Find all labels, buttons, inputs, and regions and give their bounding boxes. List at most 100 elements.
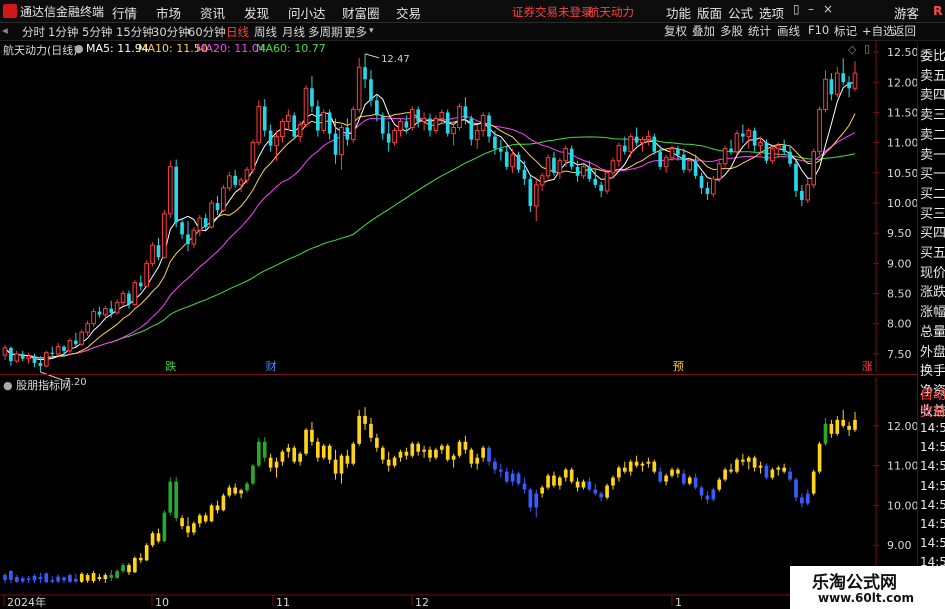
indicator-body bbox=[628, 461, 633, 472]
indicator-body bbox=[782, 467, 786, 472]
indicator-body bbox=[292, 447, 297, 462]
indicator-body bbox=[540, 487, 544, 494]
candle-body bbox=[451, 127, 456, 135]
y-tick-label: 10.00 bbox=[887, 197, 919, 210]
x-tick-label: 1 bbox=[675, 596, 682, 609]
candle-body bbox=[103, 308, 108, 316]
high-marker-line bbox=[364, 53, 380, 59]
candle-body bbox=[363, 67, 367, 80]
indicator-body bbox=[676, 469, 680, 474]
candle-body bbox=[705, 187, 710, 194]
indicator-body bbox=[150, 533, 155, 546]
x-tick-label: 11 bbox=[276, 596, 290, 609]
indicator-body bbox=[823, 423, 828, 444]
indicator-body bbox=[109, 575, 114, 578]
indicator-body bbox=[256, 441, 261, 466]
candle-body bbox=[50, 352, 55, 354]
sub-y-tick-label: 11.00 bbox=[887, 460, 919, 473]
indicator-body bbox=[552, 475, 556, 486]
indicator-body bbox=[398, 451, 403, 458]
indicator-body bbox=[510, 473, 515, 482]
candle-body bbox=[14, 353, 20, 362]
candle-body bbox=[409, 108, 415, 129]
quote-panel: 委比 卖五 卖四 卖三 卖二 卖一 买一 买二 买三 买四 买五 现价 涨跌 涨幅 总量 外盘 换手 净资 收益 自动… bbox=[917, 42, 945, 609]
candle-body bbox=[658, 151, 663, 167]
indicator-body bbox=[670, 469, 674, 476]
indicator-title: ● 股朋指标网 bbox=[3, 377, 71, 393]
quote-panel-item: 卖三 bbox=[920, 108, 945, 124]
candle-body bbox=[841, 73, 846, 83]
indicator-body bbox=[611, 477, 615, 486]
indicator-body bbox=[174, 481, 179, 519]
quote-panel-item: 买四 bbox=[920, 226, 945, 242]
candle-body bbox=[375, 100, 379, 116]
indicator-body bbox=[197, 515, 202, 524]
stock-chart[interactable]: 7.50 8.00 8.50 9.00 9.50 10.00 10.50 11.00 11.50… bbox=[0, 0, 945, 609]
candle-body bbox=[20, 353, 25, 359]
candle-body bbox=[480, 114, 486, 132]
candle-body bbox=[775, 145, 781, 150]
indicator-body bbox=[853, 419, 857, 430]
candle-body bbox=[138, 282, 143, 287]
candle-body bbox=[640, 139, 645, 144]
candle-body bbox=[687, 160, 693, 171]
candle-body bbox=[852, 72, 858, 89]
indicator-body bbox=[847, 425, 851, 430]
high-annotation: 12.47 bbox=[381, 54, 410, 65]
y-tick-label: 7.50 bbox=[887, 348, 912, 361]
indicator-body bbox=[622, 467, 627, 472]
indicator-body bbox=[528, 489, 533, 508]
indicator-body bbox=[327, 445, 332, 460]
indicator-body bbox=[162, 512, 167, 542]
indicator-body bbox=[439, 445, 444, 450]
indicator-body bbox=[351, 443, 356, 464]
candle-body bbox=[392, 130, 397, 144]
candle-body bbox=[693, 160, 698, 176]
watermark-title: 乐淘公式网 bbox=[812, 573, 897, 593]
candle-body bbox=[433, 117, 439, 132]
indicator-body bbox=[339, 455, 344, 474]
indicator-body bbox=[357, 415, 361, 444]
indicator-body bbox=[221, 495, 226, 511]
candle-body bbox=[474, 130, 480, 141]
indicator-body bbox=[156, 533, 161, 542]
indicator-body bbox=[192, 523, 196, 533]
ma60-line bbox=[4, 136, 856, 359]
candle-body bbox=[823, 78, 828, 110]
quote-panel-item[interactable]: 交易 bbox=[920, 401, 945, 420]
indicator-body bbox=[274, 461, 279, 468]
indicator-settings-icon[interactable]: ● bbox=[3, 379, 16, 392]
indicator-body bbox=[316, 441, 320, 458]
indicator-body bbox=[321, 445, 326, 458]
indicator-body bbox=[386, 459, 391, 466]
candle-body bbox=[493, 136, 497, 149]
candle-body bbox=[463, 106, 468, 119]
indicator-body bbox=[699, 487, 704, 496]
indicator-body bbox=[735, 459, 739, 472]
indicator-body bbox=[68, 575, 72, 582]
indicator-body bbox=[646, 461, 651, 464]
indicator-body bbox=[723, 469, 727, 480]
candle-body bbox=[174, 166, 179, 223]
candle-body bbox=[782, 145, 786, 152]
indicator-body bbox=[91, 573, 96, 582]
candle-body bbox=[711, 178, 716, 195]
quote-panel-item: 涨跌 bbox=[920, 285, 945, 301]
indicator-body bbox=[593, 489, 598, 494]
indicator-body bbox=[345, 455, 350, 464]
indicator-body bbox=[569, 469, 574, 482]
indicator-body bbox=[563, 469, 568, 478]
candle-body bbox=[764, 142, 769, 161]
candle-body bbox=[380, 115, 385, 134]
candle-body bbox=[316, 106, 320, 131]
candle-body bbox=[817, 108, 822, 153]
candle-body bbox=[167, 166, 173, 215]
candle-body bbox=[729, 148, 733, 152]
candle-body bbox=[421, 117, 427, 122]
indicator-body bbox=[445, 445, 450, 460]
indicator-body bbox=[56, 576, 60, 582]
candle-body bbox=[628, 136, 634, 153]
indicator-body bbox=[770, 469, 775, 478]
candle-body bbox=[445, 112, 450, 134]
indicator-body bbox=[127, 565, 131, 573]
